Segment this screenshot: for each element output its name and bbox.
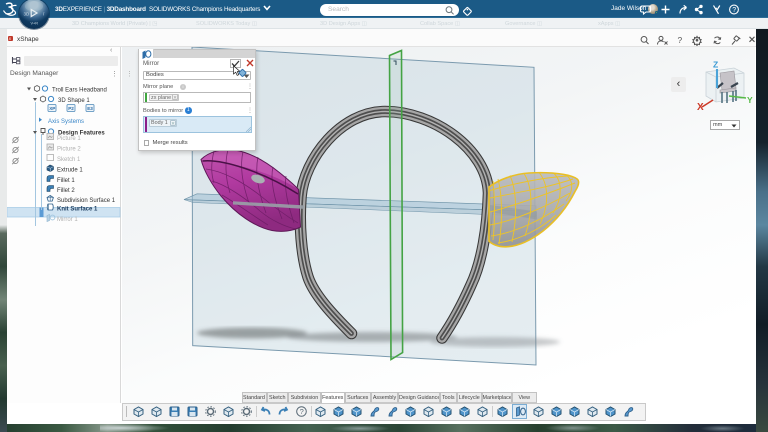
svg-text:Sketch 1: Sketch 1 <box>57 157 81 163</box>
svg-text:Knit Surface 1: Knit Surface 1 <box>57 207 98 213</box>
svg-text:Z: Z <box>713 60 718 70</box>
svg-text:/: / <box>43 12 45 17</box>
svg-text:Y: Y <box>747 95 753 105</box>
svg-text:Troll Ears Headband: Troll Ears Headband <box>52 88 107 94</box>
svg-text:Picture 1: Picture 1 <box>57 136 81 142</box>
svg-text:Picture 2: Picture 2 <box>57 147 81 153</box>
svg-text:E3: E3 <box>87 106 93 111</box>
svg-text:?: ? <box>732 7 736 14</box>
svg-text:P2: P2 <box>68 106 74 111</box>
svg-text:3D Shape 1: 3D Shape 1 <box>58 98 90 104</box>
svg-text:X: X <box>697 102 704 112</box>
svg-text:3D: 3D <box>24 12 31 17</box>
svg-text:?: ? <box>678 35 683 45</box>
svg-text:Mirror 1: Mirror 1 <box>57 217 78 223</box>
svg-text:V+R: V+R <box>31 22 39 26</box>
svg-text:Subdivision Surface 1: Subdivision Surface 1 <box>57 198 116 204</box>
svg-text:Fillet 1: Fillet 1 <box>57 178 75 184</box>
svg-text:Fillet 2: Fillet 2 <box>57 188 75 194</box>
svg-text:Axis Systems: Axis Systems <box>48 119 84 125</box>
svg-text:Extrude 1: Extrude 1 <box>57 168 83 174</box>
svg-text:XP: XP <box>49 106 55 111</box>
svg-text:?: ? <box>300 407 304 416</box>
